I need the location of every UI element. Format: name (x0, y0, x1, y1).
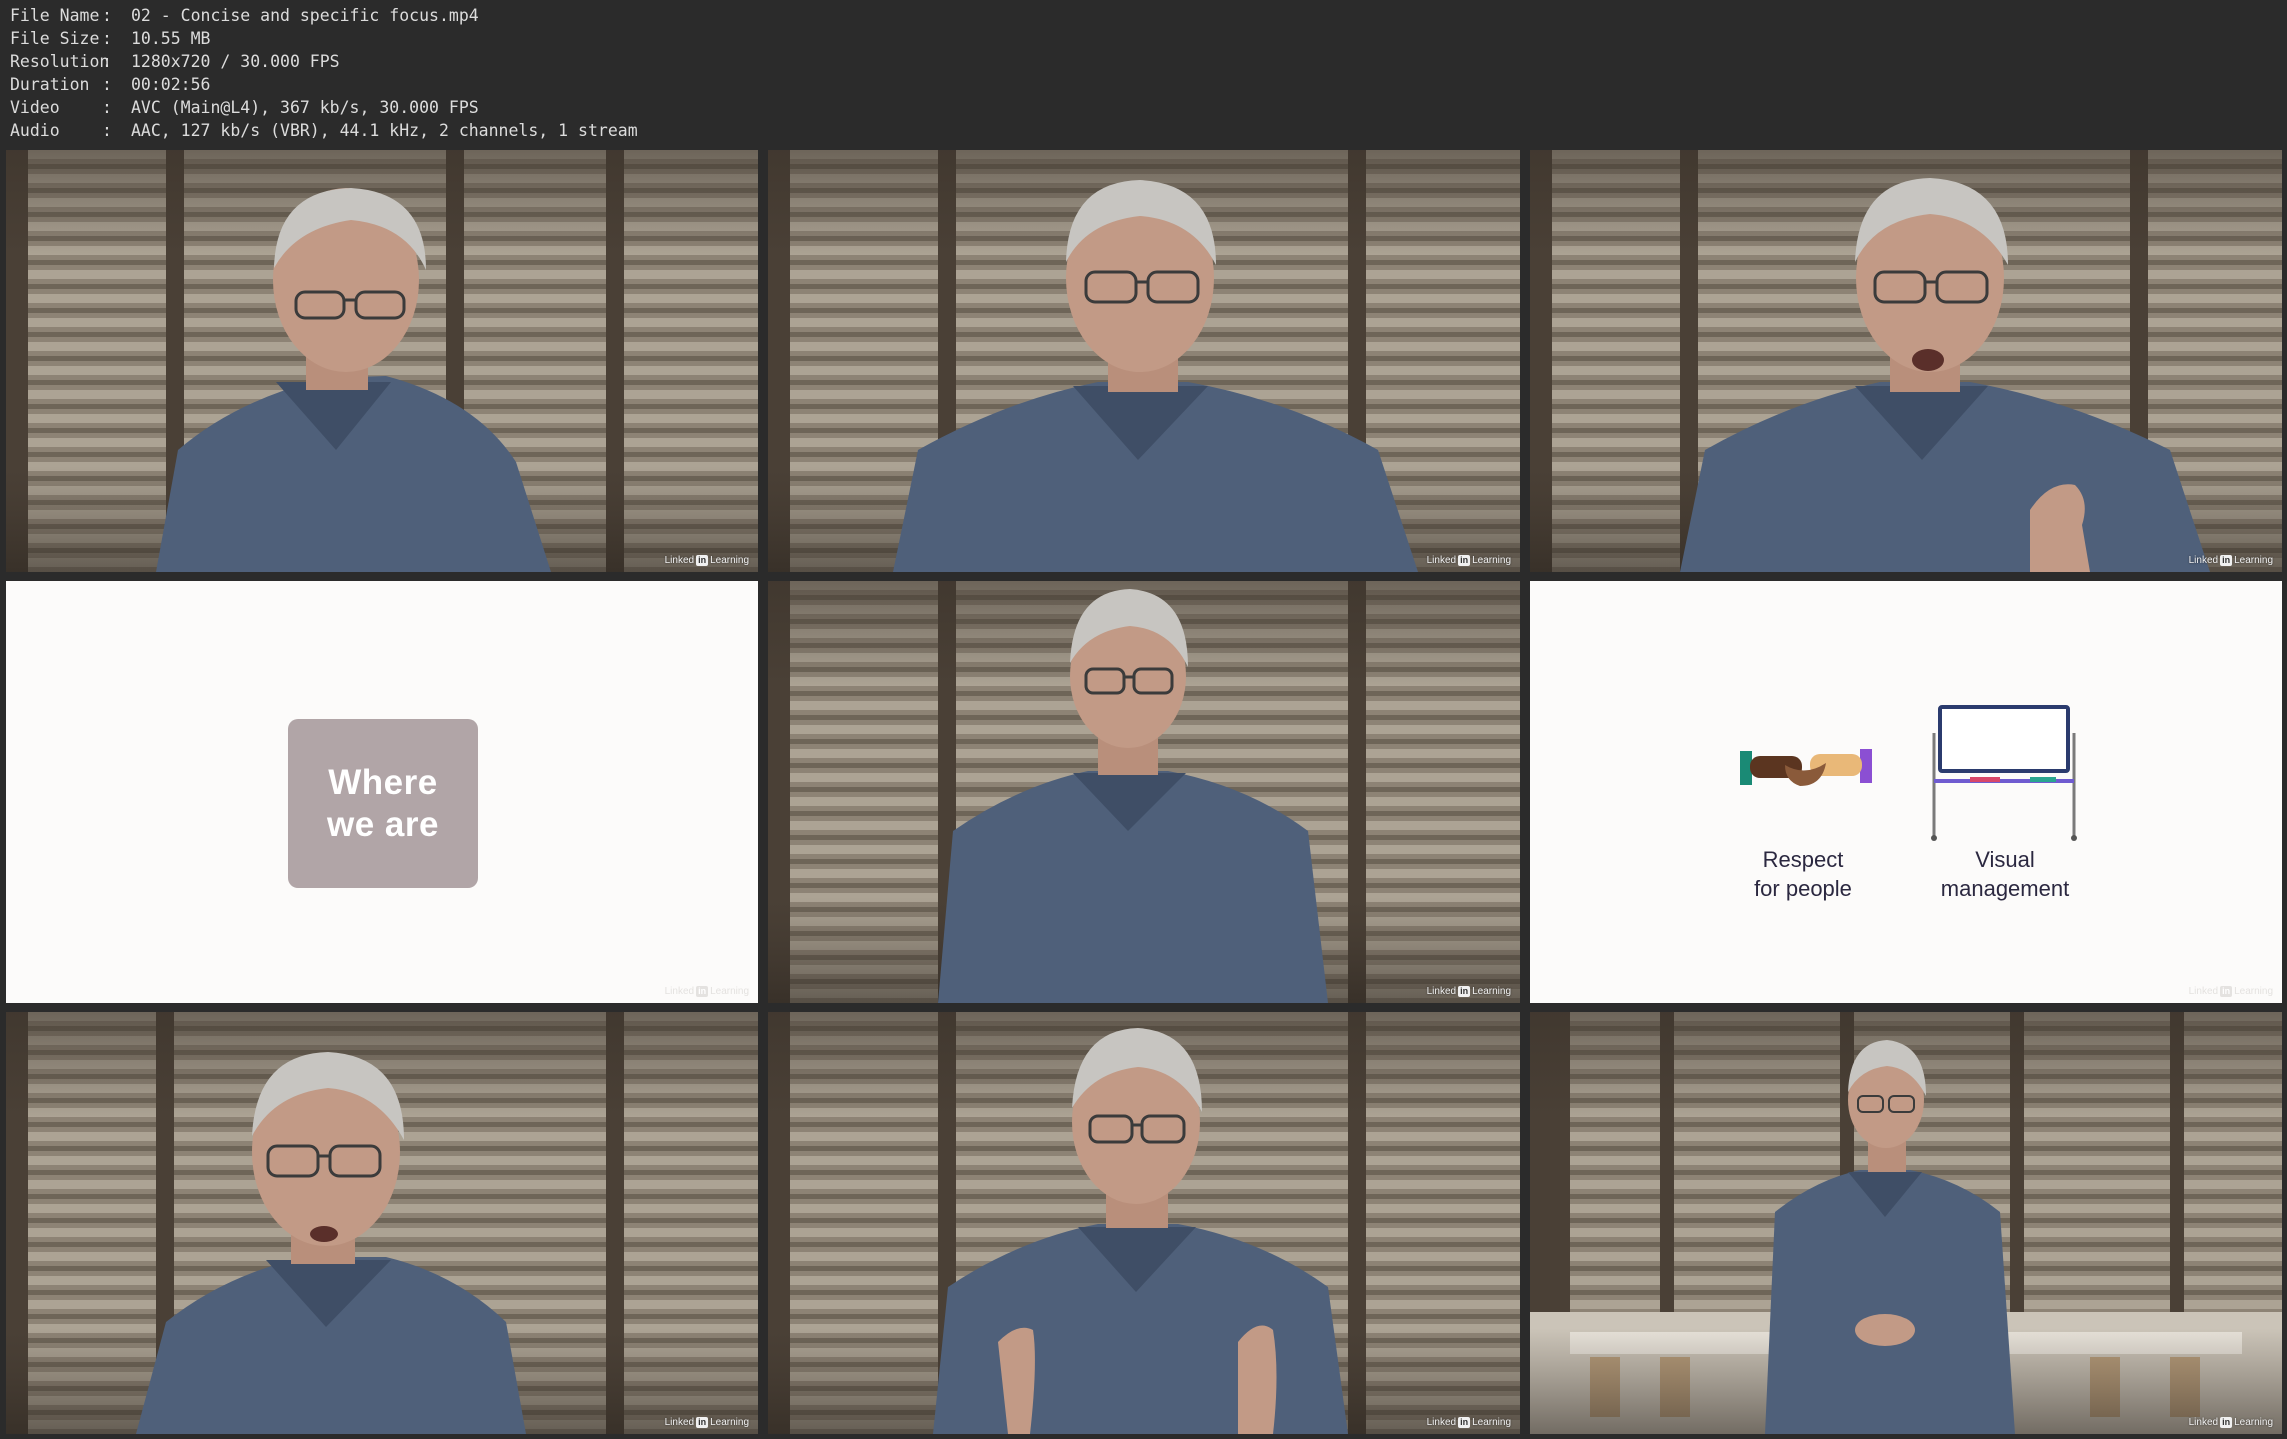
video-frame-8[interactable]: Linked in Learning (768, 1012, 1520, 1434)
frame-image (768, 1012, 1520, 1434)
file-info-row: File Size:10.55 MB (10, 27, 638, 50)
watermark-learning: Learning (710, 555, 749, 566)
linkedin-logo-icon: in (2220, 555, 2233, 566)
video-frame-2[interactable]: Linked in Learning (768, 150, 1520, 572)
file-info-value: AVC (Main@L4), 367 kb/s, 30.000 FPS (131, 98, 479, 117)
video-frame-4[interactable]: Where we are Linked in Learning (6, 581, 758, 1003)
linkedin-learning-watermark: Linked in Learning (2189, 555, 2273, 566)
file-info-key: File Name (10, 6, 100, 25)
file-info-row: Video: AVC (Main@L4), 367 kb/s, 30.000 FP… (10, 96, 638, 119)
watermark-linked: Linked (664, 555, 695, 566)
file-info-row: Audio: AAC, 127 kb/s (VBR), 44.1 kHz, 2 c… (10, 119, 638, 142)
video-frame-9[interactable]: Linked in Learning (1530, 1012, 2282, 1434)
file-info-sep: : (102, 6, 112, 25)
file-info-sep: : (102, 29, 112, 48)
file-info-value: 00:02:56 (131, 75, 211, 94)
file-info-panel: File Name:02 - Concise and specific focu… (10, 4, 638, 142)
linkedin-learning-watermark: Linked in Learning (1427, 986, 1511, 997)
file-info-key: File Size (10, 29, 100, 48)
respect-for-people-label: Respect for people (1754, 847, 1852, 901)
linkedin-logo-icon: in (2220, 1417, 2233, 1428)
watermark-linked: Linked (1426, 555, 1457, 566)
file-info-key: Resolution (10, 52, 110, 71)
frame-image (768, 150, 1520, 572)
watermark-learning: Learning (710, 986, 749, 997)
watermark-learning: Learning (2234, 555, 2273, 566)
watermark-linked: Linked (664, 986, 695, 997)
linkedin-logo-icon: in (2220, 986, 2233, 997)
file-info-value: 1280x720 / 30.000 FPS (131, 52, 340, 71)
file-info-value: 10.55 MB (131, 29, 211, 48)
watermark-linked: Linked (664, 1417, 695, 1428)
video-frame-1[interactable]: Linked in Learning (6, 150, 758, 572)
linkedin-logo-icon: in (696, 555, 709, 566)
file-info-sep: : (102, 121, 112, 140)
watermark-linked: Linked (1426, 1417, 1457, 1428)
file-info-sep: : (102, 52, 112, 71)
linkedin-logo-icon: in (1458, 555, 1471, 566)
file-info-key: Duration (10, 75, 90, 94)
watermark-learning: Learning (1472, 1417, 1511, 1428)
where-we-are-box: Where we are (288, 719, 478, 888)
thumbnail-grid: Linked in Learning Linked in Learning Li… (6, 150, 2282, 1434)
linkedin-learning-watermark: Linked in Learning (665, 1417, 749, 1428)
whiteboard-icon (1931, 705, 2077, 841)
watermark-linked: Linked (2188, 555, 2219, 566)
watermark-learning: Learning (710, 1417, 749, 1428)
linkedin-learning-watermark: Linked in Learning (665, 986, 749, 997)
handshake-icon (1740, 749, 1872, 786)
linkedin-learning-watermark: Linked in Learning (1427, 1417, 1511, 1428)
video-frame-7[interactable]: Linked in Learning (6, 1012, 758, 1434)
linkedin-logo-icon: in (696, 1417, 709, 1428)
linkedin-learning-watermark: Linked in Learning (2189, 1417, 2273, 1428)
watermark-linked: Linked (2188, 986, 2219, 997)
file-info-key: Video (10, 98, 60, 117)
file-info-row: Duration:00:02:56 (10, 73, 638, 96)
linkedin-logo-icon: in (1458, 1417, 1471, 1428)
file-info-sep: : (102, 75, 112, 94)
linkedin-logo-icon: in (1458, 986, 1471, 997)
visual-management-label: Visual management (1940, 847, 2070, 901)
video-frame-3[interactable]: Linked in Learning (1530, 150, 2282, 572)
frame-image (1530, 1012, 2282, 1434)
slide-graphics (1740, 705, 2077, 841)
frame-image (1530, 150, 2282, 572)
watermark-learning: Learning (1472, 986, 1511, 997)
frame-image (768, 581, 1520, 1003)
file-info-key: Audio (10, 121, 60, 140)
watermark-learning: Learning (2234, 986, 2273, 997)
video-frame-6[interactable]: Respect for people Visual management Linke… (1530, 581, 2282, 1003)
file-info-value: AAC, 127 kb/s (VBR), 44.1 kHz, 2 channel… (131, 121, 638, 140)
file-info-row: Resolution:1280x720 / 30.000 FPS (10, 50, 638, 73)
watermark-linked: Linked (2188, 1417, 2219, 1428)
linkedin-learning-watermark: Linked in Learning (1427, 555, 1511, 566)
watermark-learning: Learning (2234, 1417, 2273, 1428)
linkedin-learning-watermark: Linked in Learning (665, 555, 749, 566)
file-info-value: 02 - Concise and specific focus.mp4 (131, 6, 479, 25)
file-info-sep: : (102, 98, 112, 117)
frame-image (6, 1012, 758, 1434)
watermark-linked: Linked (1426, 986, 1457, 997)
frame-image (6, 150, 758, 572)
video-frame-5[interactable]: Linked in Learning (768, 581, 1520, 1003)
linkedin-learning-watermark: Linked in Learning (2189, 986, 2273, 997)
file-info-row: File Name:02 - Concise and specific focu… (10, 4, 638, 27)
linkedin-logo-icon: in (696, 986, 709, 997)
watermark-learning: Learning (1472, 555, 1511, 566)
